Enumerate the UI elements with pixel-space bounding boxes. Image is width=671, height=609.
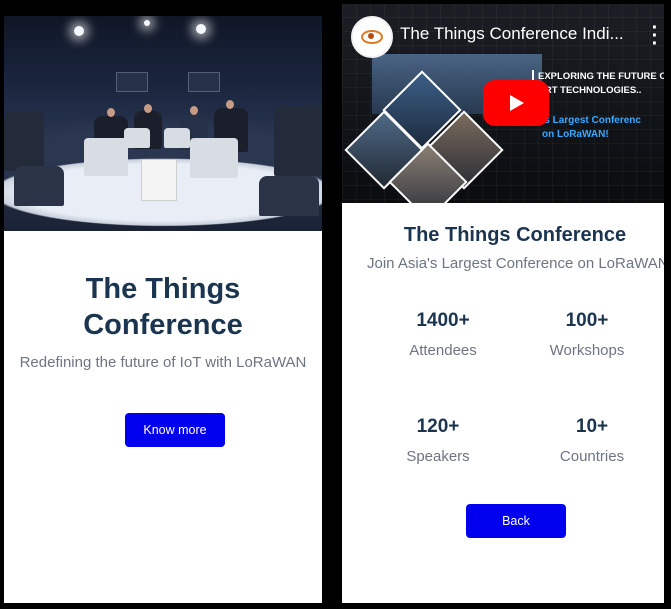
details-title: The Things Conference	[403, 224, 627, 246]
stat-speakers-label: Speakers	[406, 448, 470, 465]
stat-attendees-label: Attendees	[409, 342, 477, 359]
tagline-line: on LoRaWAN!	[542, 129, 609, 140]
conference-details-card: The Things Conference Indi... · · · EXPLOR…	[342, 4, 664, 603]
headline-line: EXPLORING THE FUTURE OF	[538, 71, 664, 82]
headline-line: ART TECHNOLOGIES..	[538, 85, 642, 96]
back-button[interactable]: Back	[466, 504, 566, 538]
channel-avatar[interactable]	[351, 16, 393, 58]
eye-logo-icon	[361, 30, 383, 44]
panel-discussion-image	[4, 16, 322, 231]
details-subtitle: Join Asia's Largest Conference on LoRaWA…	[367, 255, 664, 272]
conference-subtitle: Redefining the future of IoT with LoRaWA…	[19, 354, 307, 371]
youtube-video-embed[interactable]: The Things Conference Indi... · · · EXPLOR…	[342, 4, 664, 203]
stat-workshops-label: Workshops	[549, 342, 625, 359]
stat-speakers-value: 120+	[416, 416, 460, 437]
stat-countries-value: 10+	[575, 416, 609, 437]
conference-card: The Things Conference Redefining the fut…	[4, 16, 322, 603]
conference-title: The Things Conference	[83, 273, 243, 341]
stat-attendees-value: 1400+	[416, 310, 470, 331]
video-title[interactable]: The Things Conference Indi...	[400, 23, 635, 45]
play-icon	[510, 95, 524, 111]
video-headline: EXPLORING THE FUTURE OF ART TECHNOLOGIES…	[532, 70, 664, 98]
video-tagline: sia's Largest Conferenc on LoRaWAN!	[528, 114, 664, 142]
stat-countries-label: Countries	[559, 448, 625, 465]
more-vert-icon[interactable]: · · ·	[651, 18, 659, 54]
youtube-play-button[interactable]	[483, 80, 549, 126]
stat-workshops-value: 100+	[565, 310, 609, 331]
know-more-button[interactable]: Know more	[125, 413, 225, 447]
